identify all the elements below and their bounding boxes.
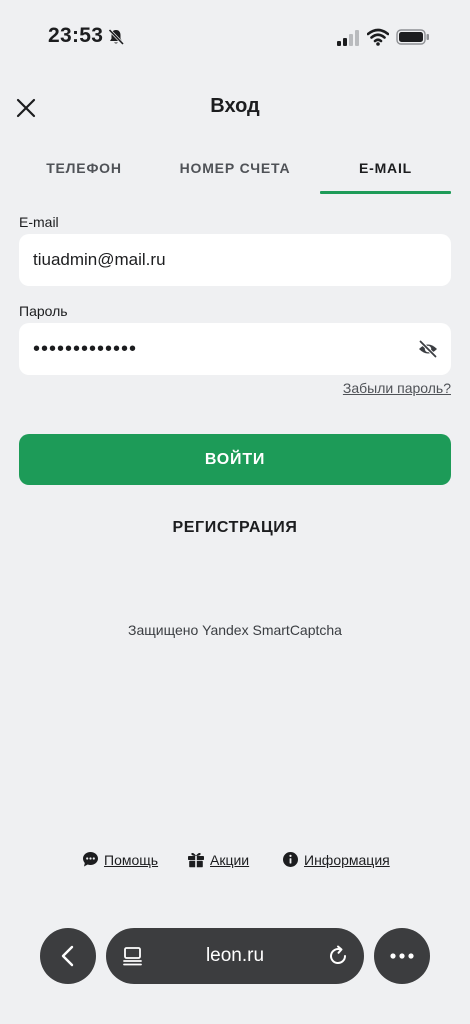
active-tab-indicator	[320, 191, 451, 194]
register-button[interactable]: РЕГИСТРАЦИЯ	[0, 519, 470, 537]
email-field[interactable]: tiuadmin@mail.ru	[19, 234, 451, 286]
chevron-left-icon	[61, 945, 74, 967]
tab-phone[interactable]: ТЕЛЕФОН	[18, 148, 150, 194]
forgot-password-link[interactable]: Забыли пароль?	[343, 380, 451, 396]
status-time: 23:53	[48, 24, 104, 47]
battery-icon	[396, 29, 429, 45]
help-link[interactable]: Помощь	[82, 851, 158, 868]
tab-account-number[interactable]: НОМЕР СЧЕТА	[168, 148, 302, 194]
page-title: Вход	[210, 95, 260, 117]
email-label: E-mail	[19, 214, 59, 230]
gift-icon	[188, 852, 204, 868]
signal-icon	[337, 30, 359, 46]
password-value[interactable]: •••••••••••••	[33, 338, 137, 361]
password-field[interactable]: •••••••••••••	[19, 323, 451, 375]
help-link-label[interactable]: Помощь	[104, 852, 158, 868]
more-dots-icon	[390, 953, 414, 959]
browser-toolbar: leon.ru	[0, 928, 470, 984]
login-button[interactable]: ВОЙТИ	[19, 434, 451, 485]
more-menu-button[interactable]	[374, 928, 430, 984]
status-bar: 23:53	[0, 0, 470, 76]
wifi-icon	[367, 28, 389, 46]
password-label: Пароль	[19, 303, 68, 319]
info-icon	[283, 852, 298, 867]
bell-slash-icon	[108, 28, 125, 46]
email-value[interactable]: tiuadmin@mail.ru	[33, 250, 166, 270]
back-button[interactable]	[40, 928, 96, 984]
chat-bubble-icon	[83, 852, 98, 867]
promotions-link[interactable]: Акции	[187, 851, 249, 868]
tab-email[interactable]: E-MAIL	[320, 148, 451, 194]
captcha-note: Защищено Yandex SmartCaptcha	[128, 622, 342, 638]
eye-slash-icon[interactable]	[417, 338, 439, 360]
footer-links: Помощь Акции Информация	[0, 851, 470, 875]
information-link-label[interactable]: Информация	[304, 852, 390, 868]
information-link[interactable]: Информация	[282, 851, 390, 868]
promotions-link-label[interactable]: Акции	[210, 852, 249, 868]
address-bar[interactable]: leon.ru	[106, 928, 364, 984]
login-method-tabs: ТЕЛЕФОН НОМЕР СЧЕТА E-MAIL	[0, 148, 470, 196]
reload-icon[interactable]	[326, 944, 350, 968]
